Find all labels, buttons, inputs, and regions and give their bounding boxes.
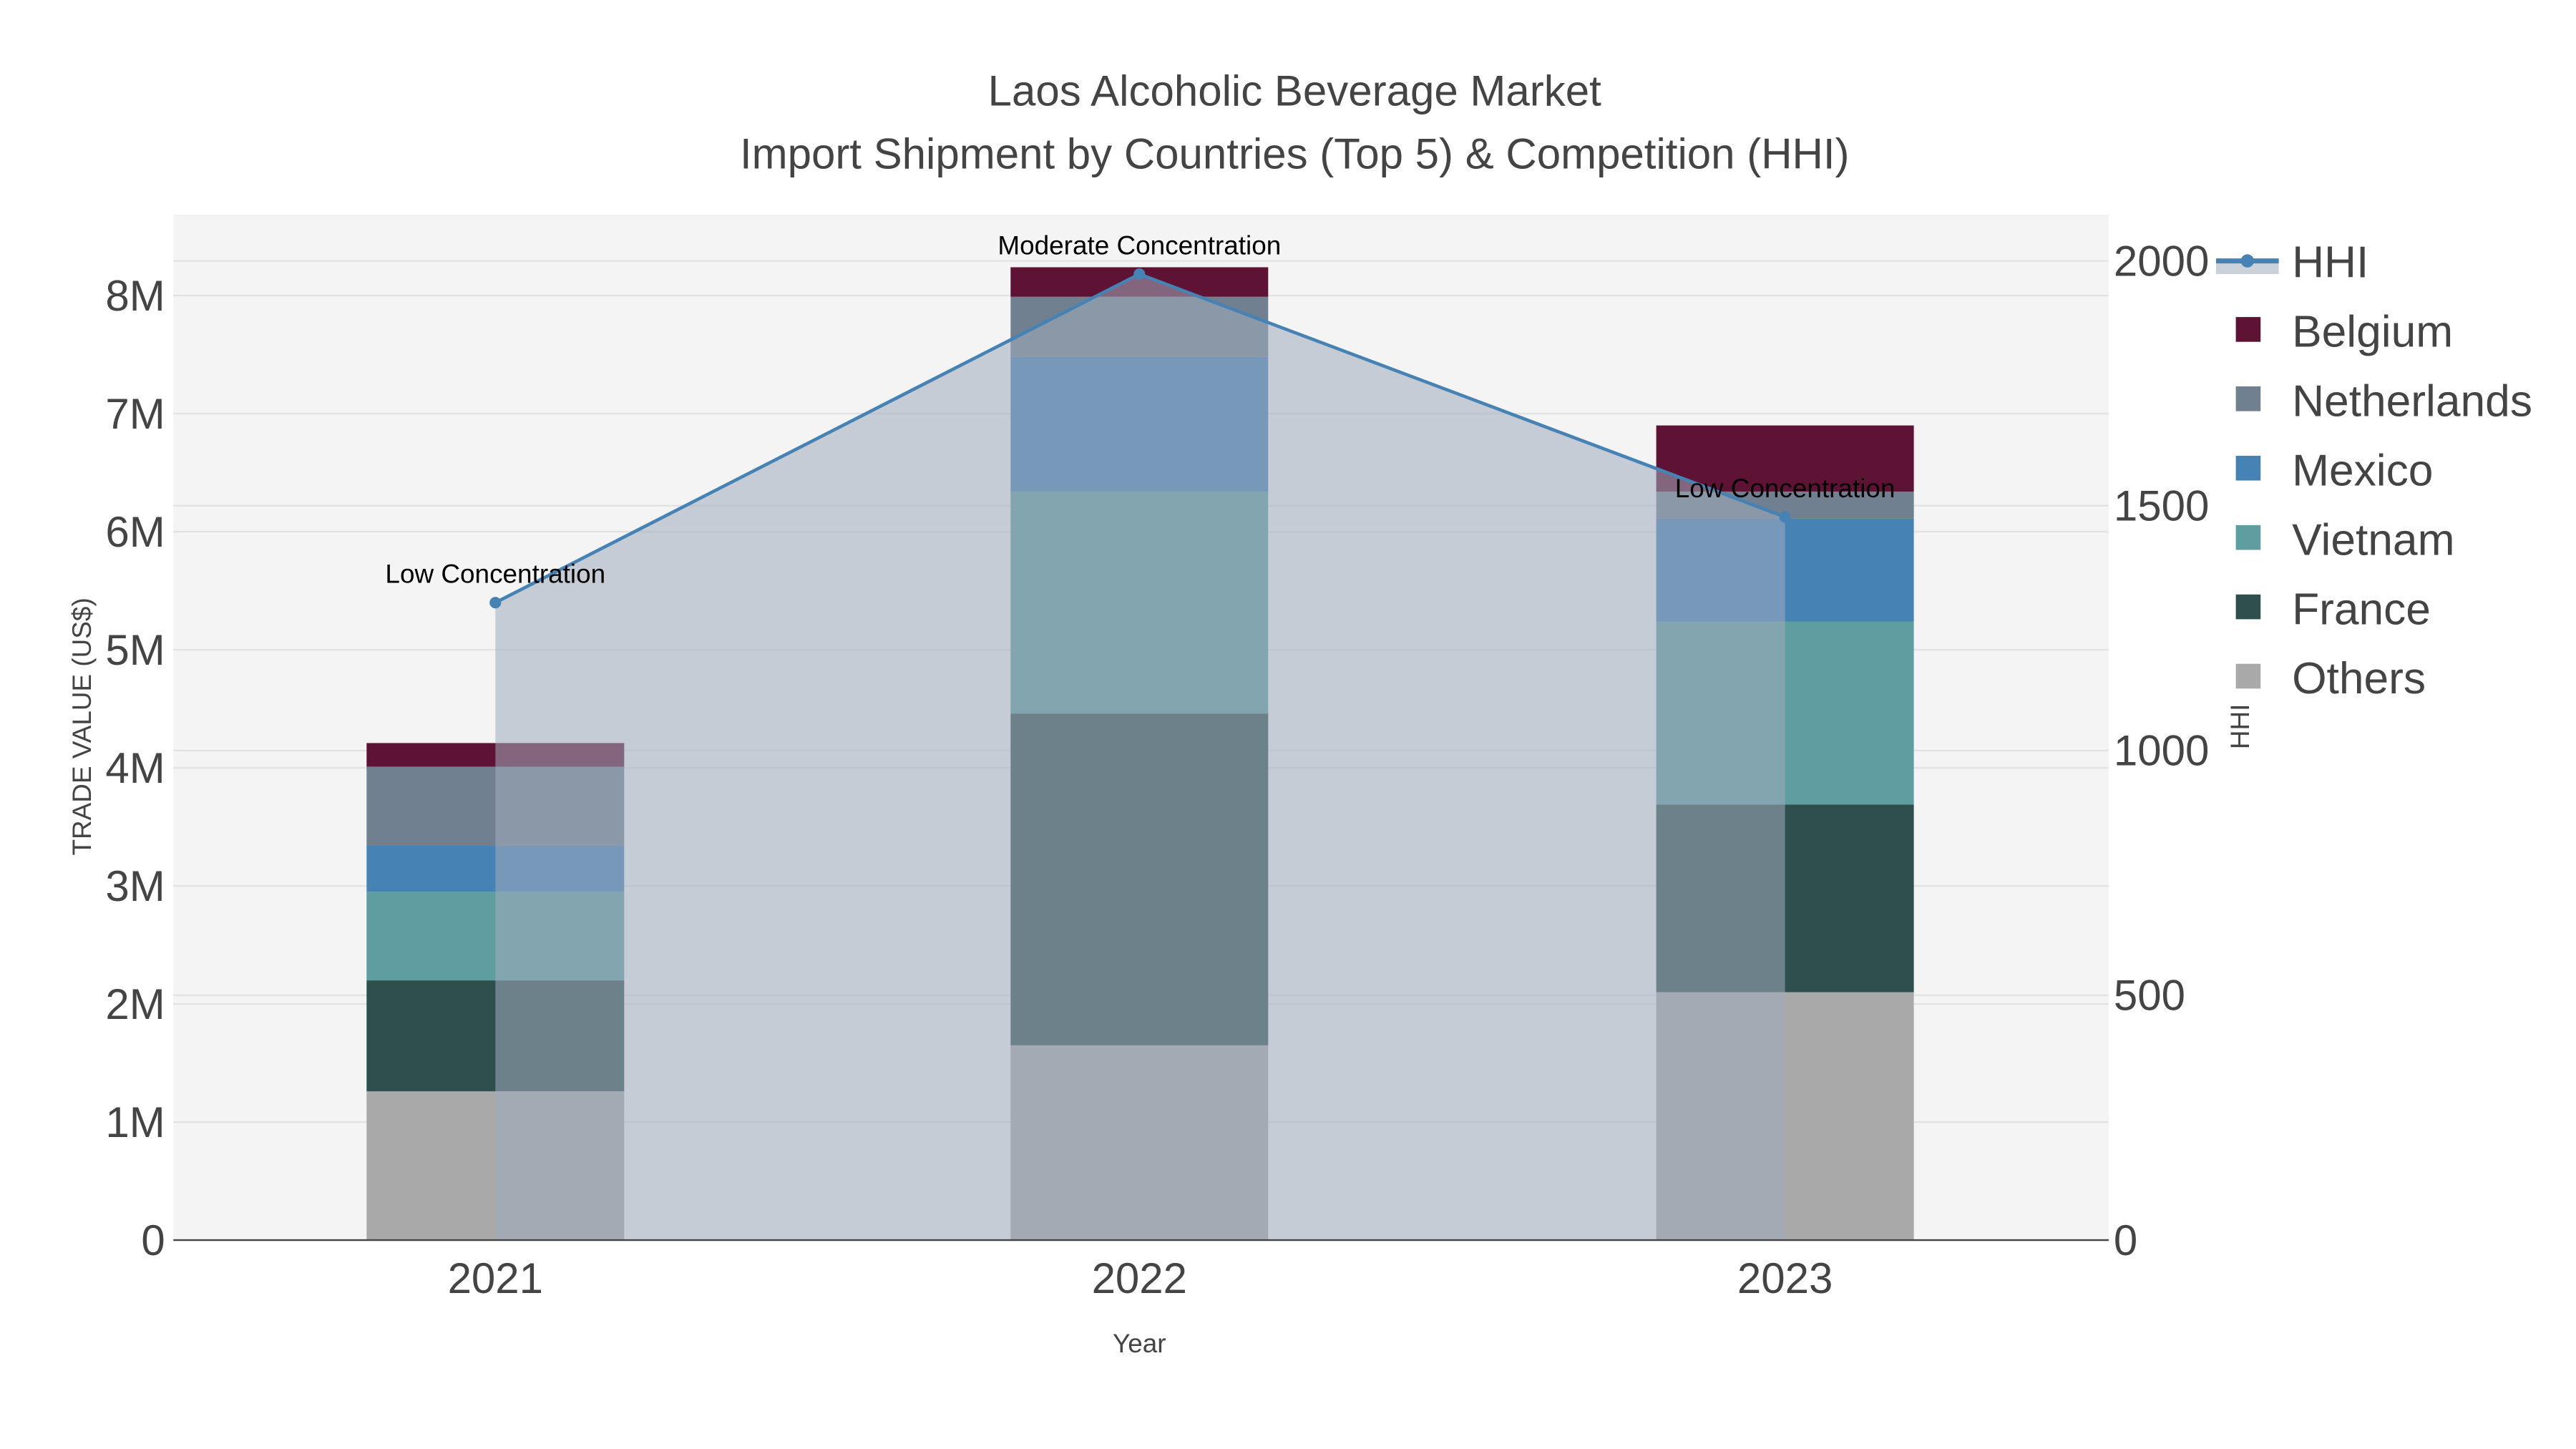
legend-swatch-france	[2235, 594, 2261, 620]
y2-tick-label: 2000	[2114, 237, 2209, 285]
y-tick-label: 5M	[105, 626, 165, 674]
y-tick-label: 6M	[105, 508, 165, 556]
legend-label: Others	[2292, 654, 2426, 703]
y-tick-label: 8M	[105, 272, 165, 320]
legend-swatch-netherlands	[2235, 386, 2261, 411]
legend-hhi-marker	[2240, 254, 2254, 268]
x-tick-label: 2022	[1092, 1254, 1187, 1302]
legend-swatch-belgium	[2235, 317, 2261, 342]
hhi-point	[489, 597, 502, 609]
y-tick-label: 1M	[105, 1098, 165, 1146]
annotation-label: Low Concentration	[1675, 474, 1896, 503]
y-tick-label: 2M	[105, 980, 165, 1028]
chart-subtitle: Import Shipment by Countries (Top 5) & C…	[740, 130, 1850, 177]
y2-axis-label: HHI	[2225, 704, 2255, 750]
y-axis-ticks: 0 1M 2M 3M 4M 5M 6M 7M 8M	[105, 272, 165, 1264]
y2-tick-label: 1000	[2114, 727, 2209, 775]
legend-label: Mexico	[2292, 446, 2433, 495]
y2-tick-label: 0	[2114, 1216, 2137, 1264]
y2-tick-label: 500	[2114, 972, 2185, 1020]
legend-label: HHI	[2292, 238, 2368, 288]
annotation-label: Low Concentration	[385, 560, 605, 589]
x-axis-ticks: 2021 2022 2023	[448, 1254, 1833, 1302]
legend: HHI Belgium Netherlands Mexico Vietnam France…	[2215, 238, 2532, 703]
y-tick-label: 4M	[105, 744, 165, 792]
x-tick-label: 2021	[448, 1254, 543, 1302]
y-tick-label: 7M	[105, 390, 165, 438]
y-axis-label: TRADE VALUE (US$)	[67, 597, 97, 855]
y2-tick-label: 1500	[2114, 482, 2209, 530]
chart: 01M2M3M4M5M6M7M8M 0500100015002000 2021 2…	[67, 67, 2532, 1358]
y-tick-label: 3M	[105, 862, 165, 910]
y-tick-label: 0	[141, 1216, 165, 1264]
legend-label: Netherlands	[2292, 377, 2532, 426]
hhi-point	[1779, 511, 1791, 523]
legend-swatch-others	[2235, 663, 2261, 689]
legend-swatch-mexico	[2235, 455, 2261, 481]
x-tick-label: 2023	[1737, 1254, 1833, 1302]
legend-swatch-vietnam	[2235, 525, 2261, 550]
x-axis-label: Year	[1113, 1329, 1166, 1358]
legend-label: Belgium	[2292, 308, 2453, 357]
y2-axis-ticks: 0 500 1000 1500 2000	[2114, 237, 2209, 1264]
legend-label: France	[2292, 585, 2431, 634]
hhi-point	[1133, 268, 1146, 280]
legend-label: Vietnam	[2292, 515, 2454, 565]
annotation-label: Moderate Concentration	[997, 230, 1281, 260]
chart-title: Laos Alcoholic Beverage Market	[988, 67, 1601, 115]
